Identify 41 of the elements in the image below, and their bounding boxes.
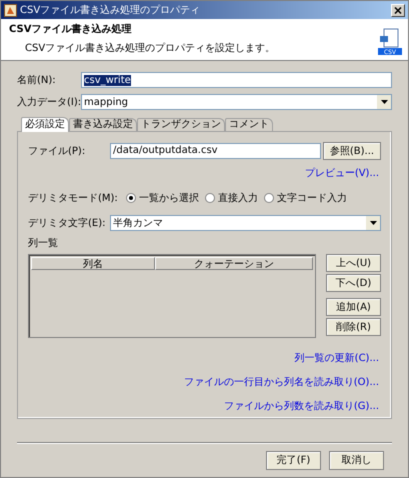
dialog-button[interactable]: 完了(F) bbox=[266, 450, 321, 470]
input-data-dropdown[interactable]: mapping bbox=[81, 94, 392, 110]
column-header[interactable]: クォーテーション bbox=[155, 257, 313, 270]
browse-button[interactable]: 参照(B)... bbox=[323, 142, 381, 160]
field-label: 入力データ(I): bbox=[17, 96, 81, 109]
close-button[interactable] bbox=[391, 4, 405, 16]
tab[interactable]: トランザクション bbox=[137, 118, 225, 131]
column-header[interactable]: 列名 bbox=[31, 257, 155, 270]
radio-option[interactable]: 直接入力 bbox=[205, 190, 258, 205]
preview-link[interactable]: プレビュー(V)... bbox=[304, 166, 379, 180]
dialog-description: CSVファイル書き込み処理のプロパティを設定します。 bbox=[24, 42, 276, 55]
field-label: 名前(N): bbox=[17, 74, 57, 87]
close-icon bbox=[394, 6, 402, 14]
radio-button[interactable] bbox=[264, 192, 274, 203]
file-path-field[interactable]: /data/outputdata.csv bbox=[110, 142, 321, 159]
radio-option[interactable]: 文字コード入力 bbox=[264, 190, 347, 205]
app-icon bbox=[4, 4, 17, 16]
action-link[interactable]: 列一覧の更新(C)... bbox=[294, 351, 379, 366]
dialog-heading: CSVファイル書き込み処理 bbox=[9, 22, 132, 36]
caret-icon bbox=[370, 221, 376, 226]
tab[interactable]: 必須設定 bbox=[21, 117, 69, 132]
list-button[interactable]: 削除(R) bbox=[326, 318, 381, 336]
radio-button[interactable] bbox=[205, 192, 215, 203]
field-label: デリミタ文字(E): bbox=[28, 216, 106, 230]
action-link[interactable]: ファイルの一行目から列名を読み取り(O)... bbox=[184, 375, 379, 390]
field-label: デリミタモード(M): bbox=[28, 192, 119, 205]
caret-icon bbox=[380, 100, 388, 104]
radio-button[interactable] bbox=[126, 192, 136, 203]
name-field[interactable]: csv_write bbox=[81, 72, 392, 88]
list-button[interactable]: 下へ(D) bbox=[326, 274, 381, 292]
radio-option[interactable]: 一覧から選択 bbox=[126, 190, 199, 205]
dialog-button[interactable]: 取消し bbox=[329, 450, 384, 470]
list-button[interactable]: 追加(A) bbox=[326, 298, 381, 316]
tab[interactable]: コメント bbox=[225, 118, 273, 131]
section-label: 列一覧 bbox=[28, 237, 59, 250]
action-link[interactable]: ファイルから列数を読み取り(G)... bbox=[224, 399, 379, 414]
delimiter-dropdown[interactable]: 半角カンマ bbox=[110, 215, 381, 232]
list-button[interactable]: 上へ(U) bbox=[326, 254, 381, 272]
field-label: ファイル(P): bbox=[28, 144, 86, 158]
tab[interactable]: 書き込み設定 bbox=[69, 118, 137, 131]
window-title: CSVファイル書き込み処理のプロパティ bbox=[20, 4, 202, 17]
